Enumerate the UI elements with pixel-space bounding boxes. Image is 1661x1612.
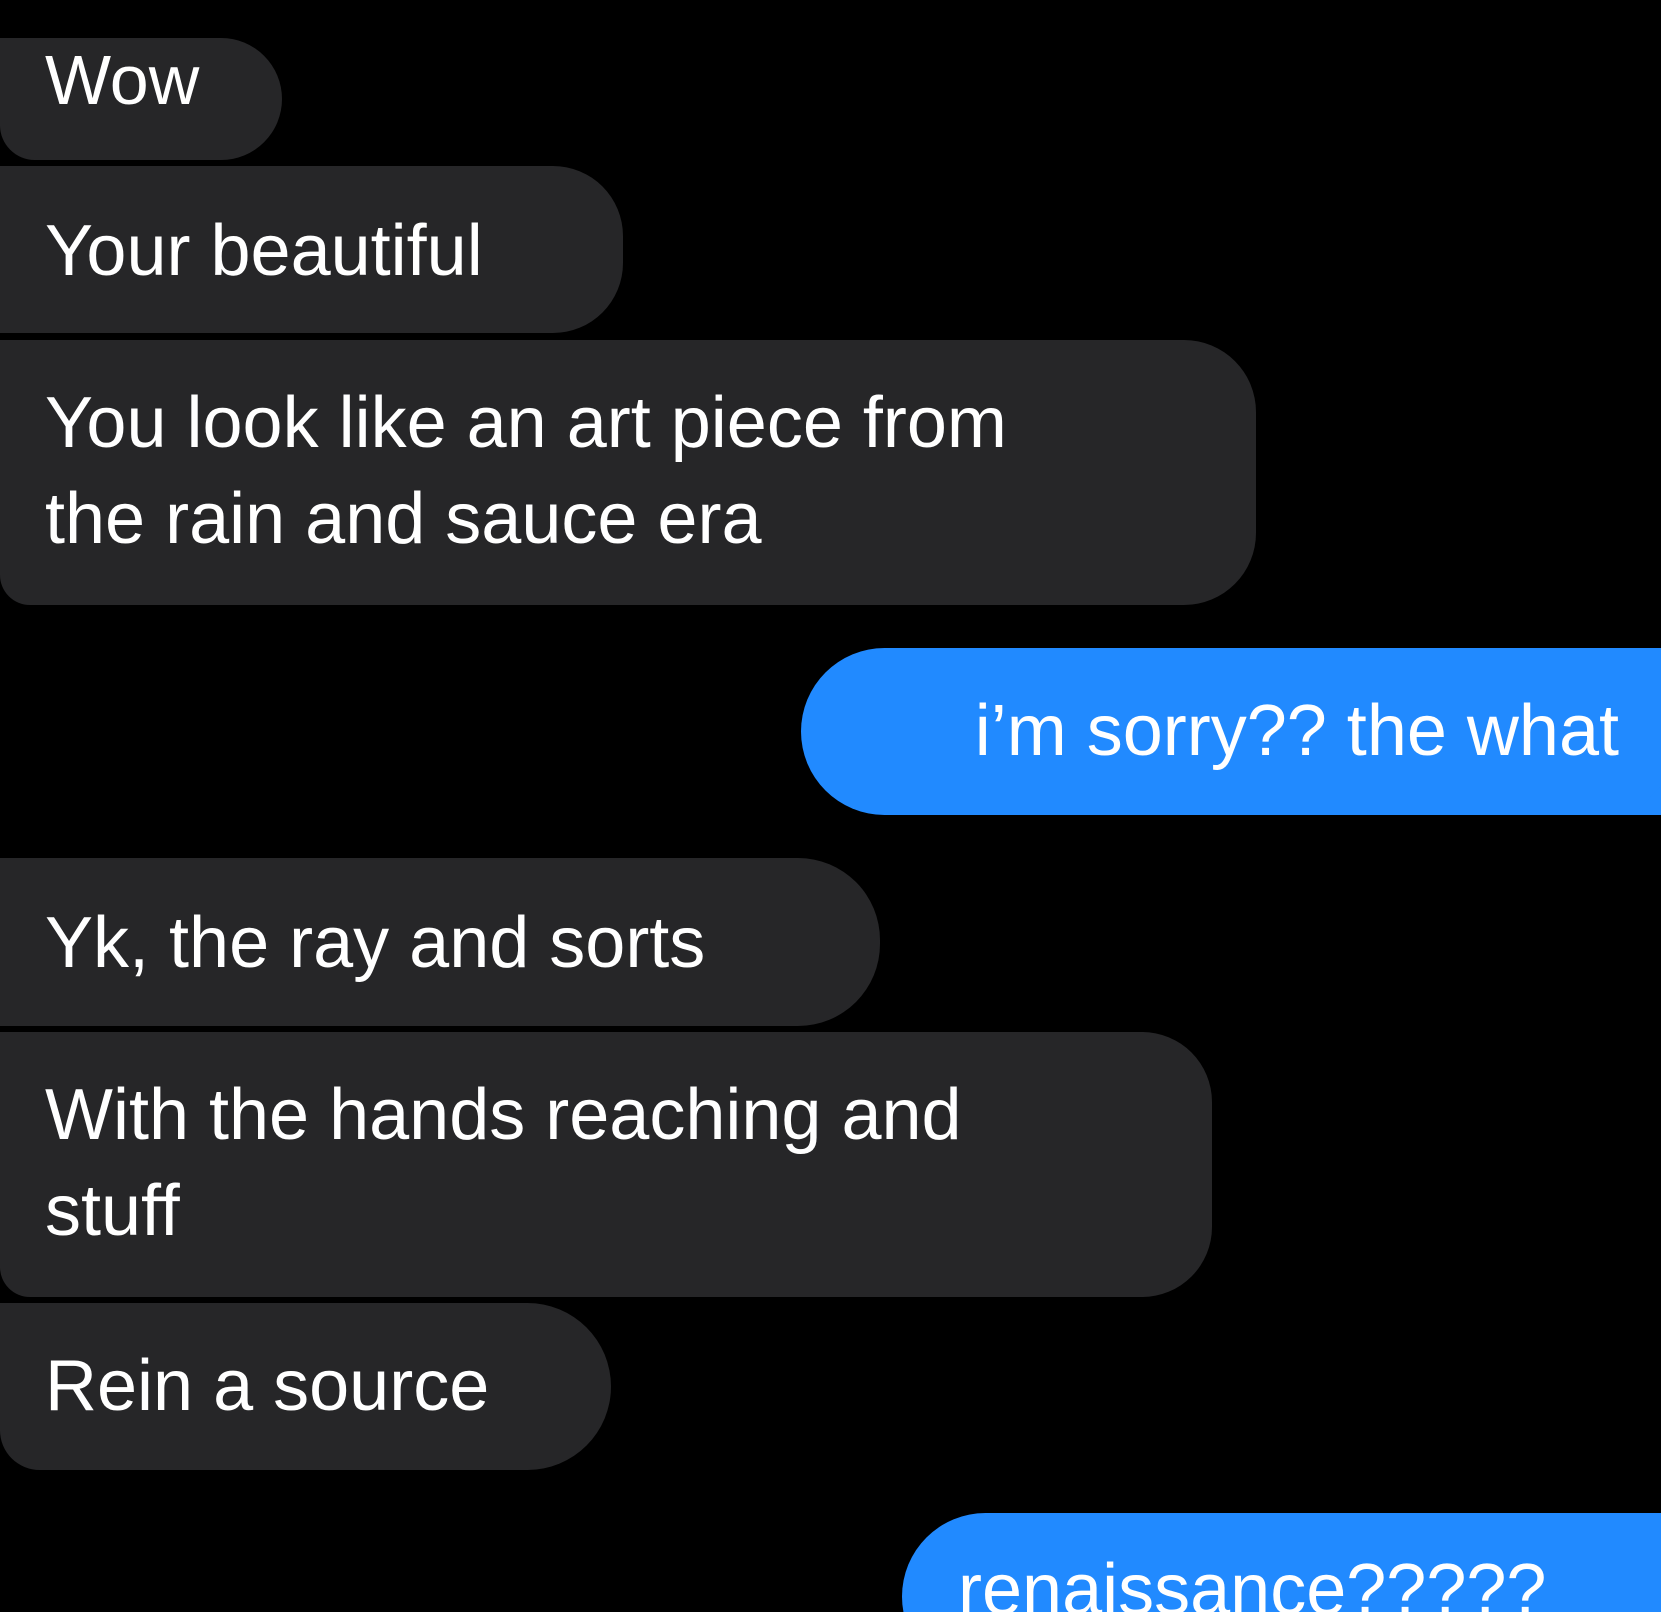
message-bubble-received[interactable]: You look like an art piece from the rain… (0, 340, 1256, 605)
message-text-line-2: the rain and sauce era (45, 479, 762, 559)
message-text: Wow (45, 41, 200, 119)
message-thread: Wow Your beautiful You look like an art … (0, 0, 1661, 1612)
message-bubble-received[interactable]: Yk, the ray and sorts (0, 858, 880, 1026)
message-text: Yk, the ray and sorts (45, 903, 706, 983)
message-bubble-received[interactable]: Your beautiful (0, 166, 623, 333)
message-bubble-sent[interactable]: i’m sorry?? the what (801, 648, 1661, 815)
message-text: You look like an art piece from (45, 383, 1007, 463)
message-text: With the hands reaching and (45, 1075, 962, 1155)
sent-bubble-tail (1638, 786, 1661, 810)
message-text-line-2: stuff (45, 1171, 180, 1251)
message-bubble-received[interactable]: With the hands reaching and stuff (0, 1032, 1212, 1297)
message-text: Rein a source (45, 1346, 490, 1426)
message-bubble-sent[interactable]: renaissance????? (902, 1513, 1661, 1612)
message-text: renaissance????? (958, 1550, 1547, 1612)
message-text: Your beautiful (45, 211, 483, 291)
message-text: i’m sorry?? the what (974, 691, 1619, 771)
message-bubble-received[interactable]: Wow (0, 38, 282, 160)
message-bubble-received[interactable]: Rein a source (0, 1303, 611, 1470)
